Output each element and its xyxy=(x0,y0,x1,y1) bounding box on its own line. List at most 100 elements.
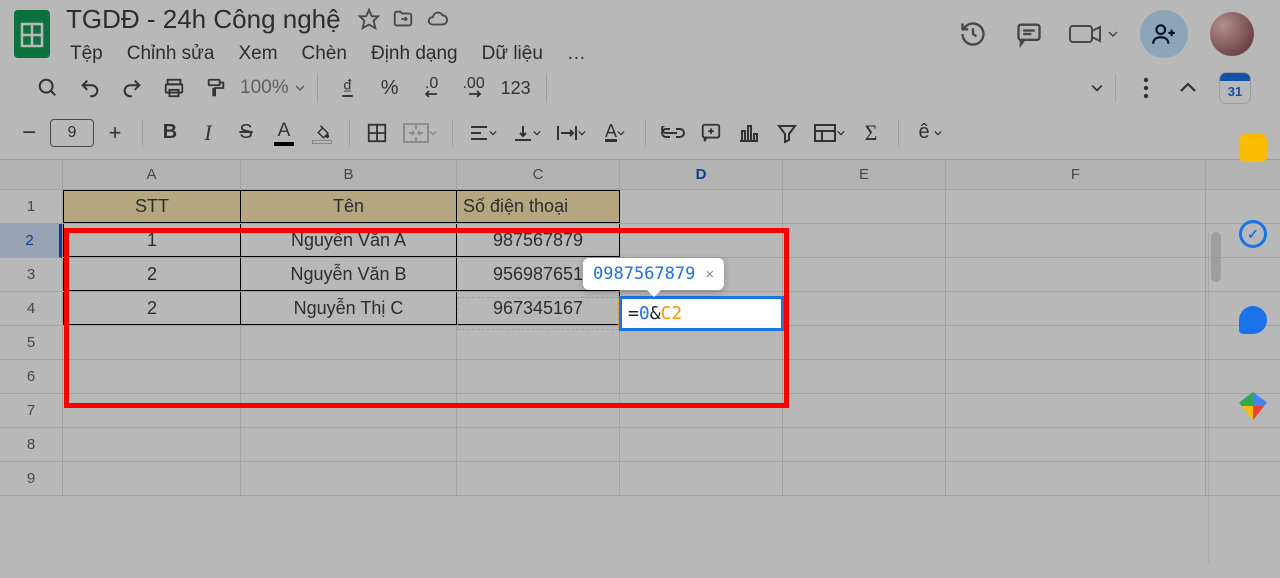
font-size-decrease[interactable]: − xyxy=(12,116,46,150)
menu-insert[interactable]: Chèn xyxy=(292,41,357,67)
cell[interactable] xyxy=(783,258,946,291)
undo-icon[interactable] xyxy=(72,70,108,106)
v-align-button[interactable] xyxy=(507,116,547,150)
cell-header[interactable]: STT xyxy=(63,190,241,223)
row-header[interactable]: 7 xyxy=(0,394,62,428)
more-vert-icon[interactable] xyxy=(1128,70,1164,106)
collapse-toolbar-icon[interactable] xyxy=(1170,70,1206,106)
row-header[interactable]: 4 xyxy=(0,292,62,326)
rotate-button[interactable]: A xyxy=(595,116,635,150)
cell[interactable] xyxy=(783,190,946,223)
cell[interactable]: 987567879 xyxy=(457,224,620,257)
decrease-decimal-button[interactable]: .0 xyxy=(414,70,450,106)
search-icon[interactable] xyxy=(30,70,66,106)
currency-button[interactable]: ₫ xyxy=(330,70,366,106)
row-header[interactable]: 9 xyxy=(0,462,62,496)
increase-decimal-button[interactable]: .00 xyxy=(456,70,492,106)
redo-icon[interactable] xyxy=(114,70,150,106)
row-header[interactable]: 8 xyxy=(0,428,62,462)
cell[interactable]: 2 xyxy=(63,292,241,325)
row-header[interactable]: 6 xyxy=(0,360,62,394)
active-cell-D2[interactable]: =0&C2 xyxy=(619,296,784,331)
functions-button[interactable]: Σ xyxy=(854,116,888,150)
cell[interactable]: 1 xyxy=(63,224,241,257)
strikethrough-button[interactable]: S xyxy=(229,116,263,150)
keep-icon[interactable] xyxy=(1239,134,1267,162)
cell[interactable] xyxy=(620,224,783,257)
fill-color-button[interactable] xyxy=(305,116,339,150)
menu-bar: Tệp Chỉnh sửa Xem Chèn Định dạng Dữ liệu… xyxy=(60,37,598,67)
cell[interactable] xyxy=(946,292,1206,325)
calendar-sidebar-icon[interactable]: 31 xyxy=(1220,73,1250,103)
contacts-icon[interactable] xyxy=(1239,306,1267,334)
row-header[interactable]: 2 xyxy=(0,224,62,258)
account-avatar[interactable] xyxy=(1210,12,1254,56)
cell[interactable]: Nguyễn Thị C xyxy=(241,292,457,325)
percent-button[interactable]: % xyxy=(372,70,408,106)
vertical-scrollbar[interactable] xyxy=(1208,232,1222,562)
menu-edit[interactable]: Chỉnh sửa xyxy=(117,41,225,67)
share-button[interactable] xyxy=(1140,10,1188,58)
comment-button[interactable] xyxy=(694,116,728,150)
document-title[interactable]: TGDĐ - 24h Công nghệ xyxy=(60,2,347,37)
cloud-status-icon[interactable] xyxy=(425,7,449,31)
menu-more[interactable]: … xyxy=(557,41,598,67)
col-header[interactable]: A xyxy=(63,160,241,189)
cell[interactable] xyxy=(946,224,1206,257)
row-header[interactable]: 3 xyxy=(0,258,62,292)
zoom-dropdown[interactable]: 100% xyxy=(240,77,305,99)
cell-header[interactable]: Số điện thoại xyxy=(457,190,620,223)
wrap-button[interactable] xyxy=(551,116,591,150)
col-header[interactable]: F xyxy=(946,160,1206,189)
number-format-button[interactable]: 123 xyxy=(498,70,534,106)
row-headers: 1 2 3 4 5 6 7 8 9 xyxy=(0,160,63,496)
cell[interactable]: Nguyễn Văn A xyxy=(241,224,457,257)
col-header[interactable]: B xyxy=(241,160,457,189)
col-header[interactable]: D xyxy=(620,160,783,189)
row-header[interactable]: 5 xyxy=(0,326,62,360)
tooltip-close-icon[interactable]: × xyxy=(705,266,714,283)
select-all-corner[interactable] xyxy=(0,160,62,190)
cell[interactable]: 2 xyxy=(63,258,241,291)
font-size-input[interactable]: 9 xyxy=(50,119,94,147)
menu-data[interactable]: Dữ liệu xyxy=(472,41,553,67)
comments-icon[interactable] xyxy=(1012,17,1046,51)
table-view-button[interactable] xyxy=(808,116,850,150)
paint-format-icon[interactable] xyxy=(198,70,234,106)
link-button[interactable] xyxy=(656,116,690,150)
italic-button[interactable]: I xyxy=(191,116,225,150)
title-block: TGDĐ - 24h Công nghệ Tệp Chỉnh sửa Xem C… xyxy=(60,2,598,67)
menu-format[interactable]: Định dạng xyxy=(361,41,468,67)
menu-view[interactable]: Xem xyxy=(228,41,287,67)
cell[interactable] xyxy=(946,190,1206,223)
col-header[interactable]: C xyxy=(457,160,620,189)
filter-button[interactable] xyxy=(770,116,804,150)
borders-button[interactable] xyxy=(360,116,394,150)
row-header[interactable]: 1 xyxy=(0,190,62,224)
cell[interactable]: 967345167 xyxy=(457,292,620,325)
bold-button[interactable]: B xyxy=(153,116,187,150)
move-icon[interactable] xyxy=(391,7,415,31)
cell[interactable] xyxy=(783,292,946,325)
cell[interactable] xyxy=(946,258,1206,291)
merge-cells-button[interactable] xyxy=(398,116,442,150)
star-icon[interactable] xyxy=(357,7,381,31)
maps-icon[interactable] xyxy=(1239,392,1267,420)
sheets-logo[interactable] xyxy=(12,8,52,60)
chart-button[interactable] xyxy=(732,116,766,150)
cell-header[interactable]: Tên xyxy=(241,190,457,223)
tasks-icon[interactable] xyxy=(1239,220,1267,248)
meet-icon[interactable] xyxy=(1068,17,1118,51)
text-color-button[interactable]: A xyxy=(267,116,301,150)
vietnamese-input-button[interactable]: ê xyxy=(909,116,951,150)
print-icon[interactable] xyxy=(156,70,192,106)
font-size-increase[interactable]: + xyxy=(98,116,132,150)
cell[interactable] xyxy=(783,224,946,257)
col-header[interactable]: E xyxy=(783,160,946,189)
history-icon[interactable] xyxy=(956,17,990,51)
more-format-dropdown[interactable] xyxy=(1091,82,1103,94)
menu-file[interactable]: Tệp xyxy=(60,41,113,67)
cell[interactable] xyxy=(620,190,783,223)
h-align-button[interactable] xyxy=(463,116,503,150)
cell[interactable]: Nguyễn Văn B xyxy=(241,258,457,291)
